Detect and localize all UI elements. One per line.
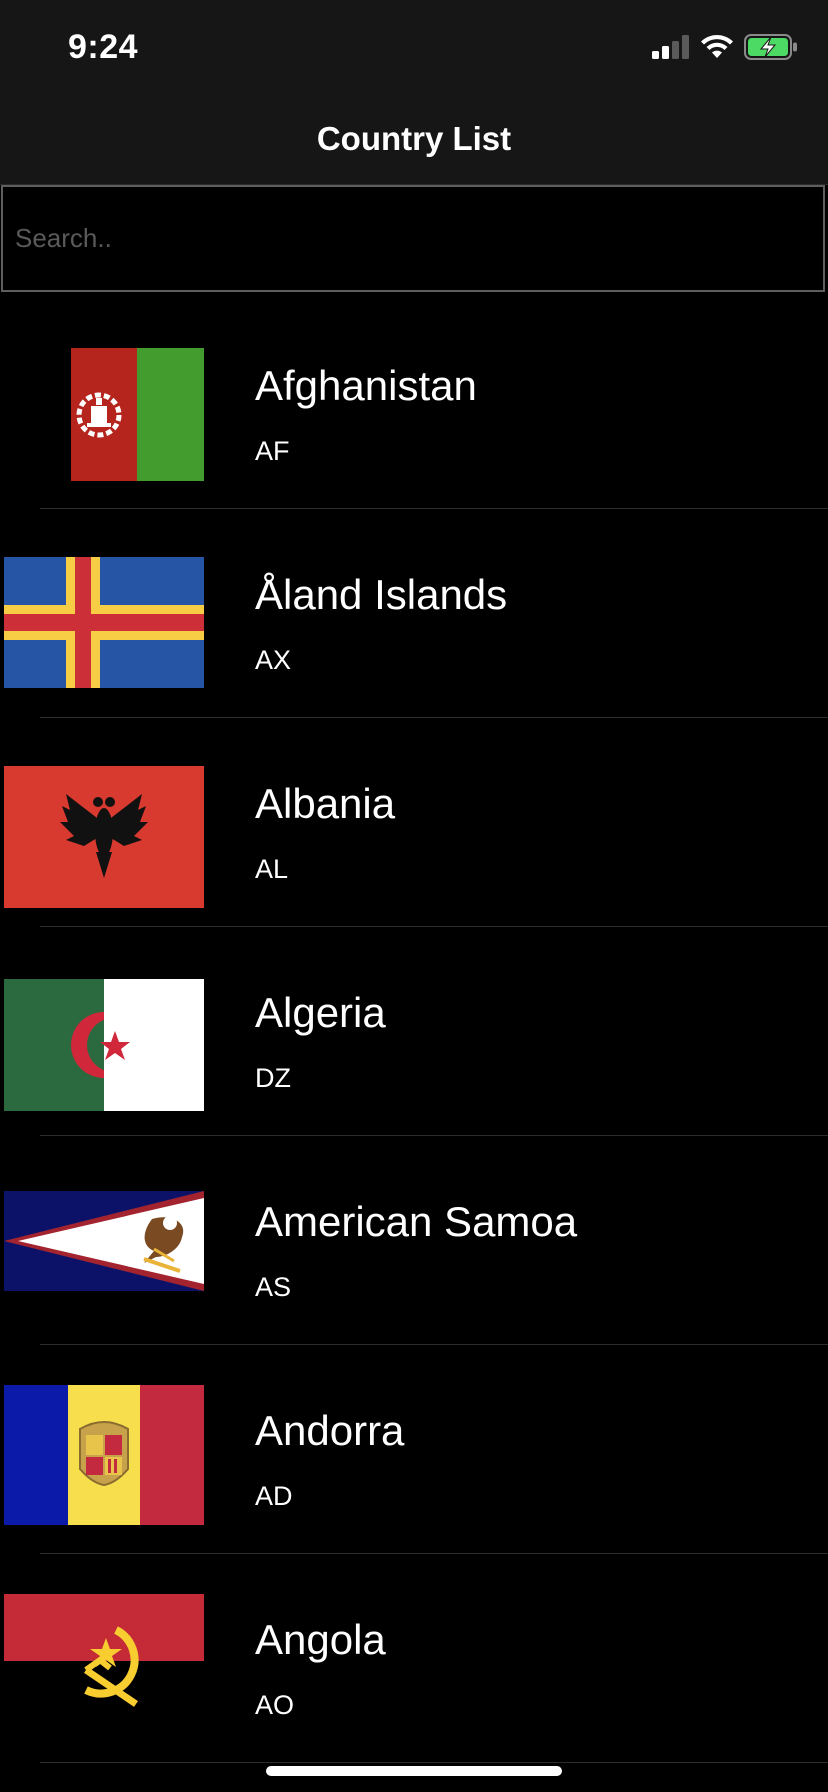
country-name: American Samoa	[255, 1198, 578, 1245]
list-item-albania[interactable]: Albania AL	[0, 718, 828, 927]
country-code: AX	[255, 645, 292, 675]
search-field[interactable]	[1, 185, 825, 292]
albania-flag-icon	[4, 766, 204, 908]
angola-flag-icon	[4, 1594, 204, 1729]
afghanistan-flag-icon	[71, 348, 204, 481]
search-input[interactable]	[3, 187, 823, 290]
status-time: 9:24	[68, 28, 139, 66]
country-code: AS	[255, 1272, 292, 1302]
list-item-afghanistan[interactable]: Afghanistan AF	[0, 300, 828, 509]
status-bar: 9:24	[0, 0, 828, 96]
list-item-andorra[interactable]: Andorra AD	[0, 1345, 828, 1554]
country-code: AF	[255, 436, 290, 466]
andorra-flag-icon	[4, 1385, 204, 1525]
wifi-icon	[701, 35, 733, 58]
list-item-algeria[interactable]: Algeria DZ	[0, 927, 828, 1136]
country-code: AD	[255, 1481, 293, 1511]
navigation-bar: Country List	[0, 96, 828, 185]
country-list[interactable]: Afghanistan AF Åland Islands AX Albania …	[0, 300, 828, 1763]
country-name: Afghanistan	[255, 362, 477, 409]
country-name: Åland Islands	[255, 571, 508, 618]
aland-islands-flag-icon	[4, 557, 204, 688]
home-indicator[interactable]	[266, 1766, 562, 1776]
country-code: AO	[255, 1690, 295, 1720]
american-samoa-flag-icon	[4, 1191, 204, 1291]
battery-charging-icon	[744, 34, 797, 60]
algeria-flag-icon	[4, 979, 204, 1111]
country-name: Algeria	[255, 989, 386, 1036]
row-divider	[40, 1762, 828, 1763]
country-code: DZ	[255, 1063, 291, 1093]
status-icons	[652, 34, 798, 60]
country-name: Angola	[255, 1616, 386, 1663]
list-item-aland-islands[interactable]: Åland Islands AX	[0, 509, 828, 718]
country-code: AL	[255, 854, 289, 884]
page-title: Country List	[316, 120, 512, 157]
country-name: Albania	[255, 780, 396, 827]
cellular-signal-icon	[652, 35, 689, 59]
list-item-american-samoa[interactable]: American Samoa AS	[0, 1136, 828, 1345]
list-item-angola[interactable]: Angola AO	[0, 1554, 828, 1763]
country-name: Andorra	[255, 1407, 405, 1454]
